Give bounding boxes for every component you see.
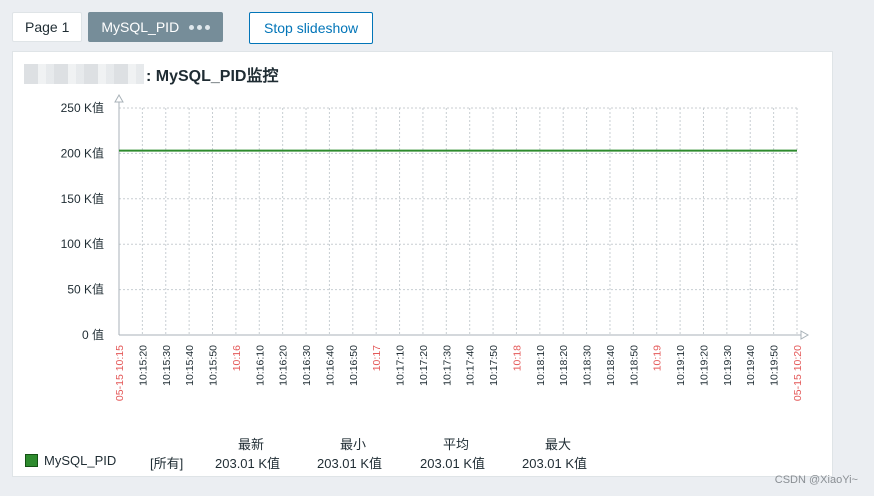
watermark: CSDN @XiaoYi~ [774,474,858,486]
x-tick-label: 10:18:40 [605,345,617,386]
x-tick-label: 10:18:10 [535,345,547,386]
x-tick-label: 10:16:20 [278,345,290,386]
x-tick-label: 10:16:10 [254,345,266,386]
x-axis-arrow [800,330,810,340]
x-tick-label: 10:17 [371,345,383,371]
y-tick-label: 0 值 [82,327,104,342]
x-tick-label: 10:18 [511,345,523,371]
x-tick-label: 10:17:50 [488,345,500,386]
x-tick-label: 10:19:10 [675,345,687,386]
x-tick-label: 10:19 [652,345,664,371]
x-tick-label: 10:16 [231,345,243,371]
x-tick-label: 10:15:40 [184,345,196,386]
y-axis-arrow [114,93,124,103]
x-tick-label: 10:17:20 [418,345,430,386]
x-tick-label: 10:19:30 [722,345,734,386]
x-tick-label: 10:18:50 [628,345,640,386]
x-tick-label: 10:17:10 [395,345,407,386]
x-tick-label: 10:16:30 [301,345,313,386]
x-tick-label: 05-15 10:20 [792,345,804,401]
x-tick-label: 10:15:30 [161,345,173,386]
x-tick-label: 10:19:40 [745,345,757,386]
y-tick-label: 150 K值 [61,191,104,206]
x-tick-label: 10:15:20 [137,345,149,386]
x-tick-label: 10:19:20 [698,345,710,386]
x-tick-label: 10:18:30 [582,345,594,386]
x-tick-label: 10:16:40 [324,345,336,386]
x-tick-label: 05-15 10:15 [114,345,126,401]
x-tick-label: 10:15:50 [208,345,220,386]
x-tick-label: 10:17:40 [465,345,477,386]
y-tick-label: 100 K值 [61,236,104,251]
x-tick-label: 10:17:30 [441,345,453,386]
x-tick-label: 10:16:50 [348,345,360,386]
y-tick-label: 200 K值 [61,145,104,160]
y-tick-label: 250 K值 [61,100,104,115]
y-tick-label: 50 K值 [67,282,104,297]
x-tick-label: 10:19:50 [769,345,781,386]
graph-chart: 250 K值 200 K值 150 K值 100 K值 50 K值 0 值 05-15 10… [61,93,810,401]
x-tick-label: 10:18:20 [558,345,570,386]
